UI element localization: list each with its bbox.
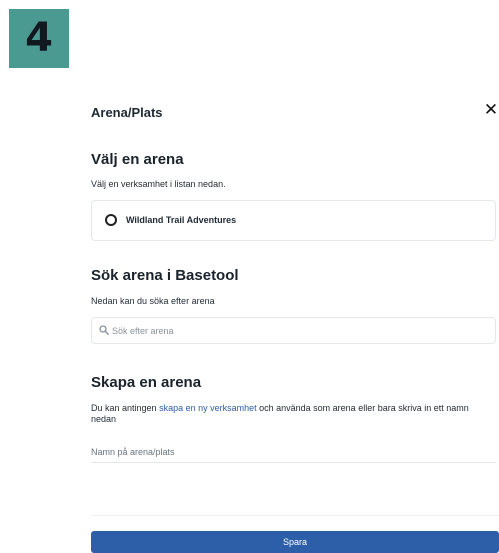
- arena-option-label: Wildland Trail Adventures: [126, 215, 237, 225]
- dialog-title: Arena/Plats: [91, 105, 163, 120]
- arena-option-wildland[interactable]: Wildland Trail Adventures: [91, 200, 496, 241]
- create-arena-heading: Skapa en arena: [91, 374, 202, 391]
- create-arena-description: Du kan antingen skapa en ny verksamhet o…: [91, 403, 491, 425]
- search-arena-description: Nedan kan du söka efter arena: [91, 296, 215, 306]
- create-arena-description-prefix: Du kan antingen: [91, 403, 160, 413]
- save-button[interactable]: Spara: [91, 531, 499, 553]
- search-input[interactable]: [112, 322, 482, 339]
- arena-dialog: Arena/Plats ✕ Välj en arena Välj en verk…: [80, 90, 499, 553]
- search-arena-heading: Sök arena i Basetool: [91, 267, 239, 284]
- radio-button[interactable]: [105, 214, 117, 226]
- close-icon[interactable]: ✕: [483, 100, 499, 120]
- choose-arena-heading: Välj en arena: [91, 151, 184, 168]
- search-box[interactable]: [91, 317, 496, 344]
- footer-divider: [91, 515, 499, 516]
- create-business-link[interactable]: skapa en ny verksamhet: [159, 403, 257, 413]
- step-number-badge: 4: [9, 9, 69, 68]
- search-icon: [99, 325, 109, 335]
- arena-name-input[interactable]: [91, 442, 496, 463]
- choose-arena-description: Välj en verksamhet i listan nedan.: [91, 179, 226, 189]
